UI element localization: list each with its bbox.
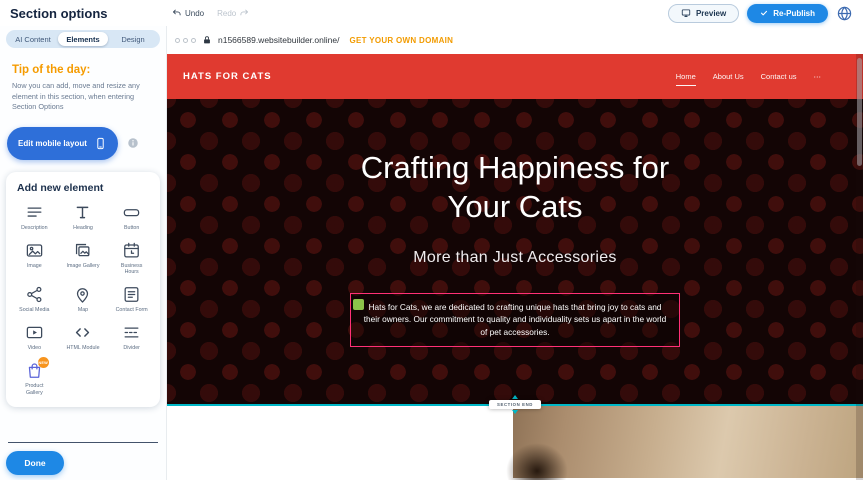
- business-hours-icon: [122, 241, 141, 260]
- headline-line-2: Your Cats: [361, 188, 669, 227]
- new-badge: NEW: [38, 357, 49, 368]
- text-element-handle-icon[interactable]: [353, 299, 364, 310]
- headline-line-1: Crafting Happiness for: [361, 149, 669, 188]
- heading-icon: [73, 203, 92, 222]
- redo-button[interactable]: Redo: [217, 8, 249, 18]
- globe-icon[interactable]: [836, 5, 853, 22]
- element-item-description[interactable]: Description: [11, 203, 58, 232]
- address-bar: n1566589.websitebuilder.online/ GET YOUR…: [167, 26, 863, 54]
- nav-more[interactable]: ⋯: [814, 72, 822, 81]
- tab-ai-content[interactable]: AI Content: [8, 32, 58, 46]
- scrollbar-thumb[interactable]: [857, 58, 862, 166]
- window-dots: [175, 38, 196, 43]
- description-icon: [25, 203, 44, 222]
- section-end-label: SECTION END: [489, 400, 541, 409]
- divider-icon: [122, 323, 141, 342]
- undo-label: Undo: [185, 9, 204, 18]
- info-icon[interactable]: [127, 137, 139, 149]
- social-media-icon: [25, 285, 44, 304]
- nav-contact-us[interactable]: Contact us: [761, 72, 797, 81]
- hero-subtitle[interactable]: More than Just Accessories: [413, 249, 616, 267]
- element-item-image-gallery[interactable]: Image Gallery: [60, 241, 107, 277]
- tab-design[interactable]: Design: [108, 32, 158, 46]
- redo-label: Redo: [217, 9, 236, 18]
- element-item-contact-form[interactable]: Contact Form: [108, 285, 155, 314]
- map-icon: [73, 285, 92, 304]
- sidebar-tabs: AI Content Elements Design: [6, 30, 160, 48]
- video-icon: [25, 323, 44, 342]
- phone-icon: [94, 137, 107, 150]
- tip-body: Now you can add, move and resize any ele…: [12, 81, 154, 113]
- element-item-image[interactable]: Image: [11, 241, 58, 277]
- button-icon: [122, 203, 141, 222]
- element-item-social-media[interactable]: Social Media: [11, 285, 58, 314]
- element-item-html-module[interactable]: HTML Module: [60, 323, 107, 352]
- done-button[interactable]: Done: [6, 451, 64, 475]
- topbar-actions: Preview Re-Publish: [668, 4, 853, 23]
- preview-label: Preview: [696, 9, 726, 18]
- resize-down-arrow-icon: [512, 410, 518, 414]
- edit-mobile-row: Edit mobile layout: [7, 127, 160, 160]
- site-logo[interactable]: HATS FOR CATS: [183, 71, 272, 82]
- topbar: Section options Undo Redo Preview Re-Pub…: [0, 0, 863, 26]
- site-url[interactable]: n1566589.websitebuilder.online/: [218, 35, 339, 45]
- site-nav: Home About Us Contact us ⋯: [676, 72, 847, 81]
- hero-text-element[interactable]: Hats for Cats, we are dedicated to craft…: [350, 293, 680, 348]
- element-item-heading[interactable]: Heading: [60, 203, 107, 232]
- add-element-panel: Add new element Description Heading Butt…: [6, 172, 160, 407]
- html-module-icon: [73, 323, 92, 342]
- republish-label: Re-Publish: [773, 9, 815, 18]
- element-item-video[interactable]: Video: [11, 323, 58, 352]
- next-section[interactable]: [167, 406, 863, 478]
- sidebar-spacer: [6, 407, 160, 442]
- site-canvas: HATS FOR CATS Home About Us Contact us ⋯ Cr…: [167, 54, 863, 480]
- element-item-map[interactable]: Map: [60, 285, 107, 314]
- monitor-icon: [681, 8, 691, 18]
- add-panel-title: Add new element: [17, 182, 155, 194]
- element-item-product-gallery[interactable]: Product Gallery NEW: [11, 361, 58, 397]
- element-item-button[interactable]: Button: [108, 203, 155, 232]
- app: Section options Undo Redo Preview Re-Pub…: [0, 0, 863, 480]
- edit-mobile-label: Edit mobile layout: [18, 139, 87, 148]
- nav-about-us[interactable]: About Us: [713, 72, 744, 81]
- image-icon: [25, 241, 44, 260]
- hero-section[interactable]: Crafting Happiness for Your Cats More th…: [167, 99, 863, 406]
- history-controls: Undo Redo: [172, 8, 249, 18]
- check-icon: [760, 9, 768, 17]
- lock-icon: [202, 35, 212, 45]
- get-domain-link[interactable]: GET YOUR OWN DOMAIN: [349, 36, 453, 45]
- element-grid: Description Heading Button Image Image G…: [11, 203, 155, 397]
- edit-mobile-layout-button[interactable]: Edit mobile layout: [7, 127, 118, 160]
- element-item-business-hours[interactable]: Business Hours: [108, 241, 155, 277]
- site-header[interactable]: HATS FOR CATS Home About Us Contact us ⋯: [167, 54, 863, 99]
- preview-button[interactable]: Preview: [668, 4, 739, 23]
- sidebar-divider: [8, 442, 158, 443]
- undo-icon: [172, 8, 182, 18]
- preview-pane: n1566589.websitebuilder.online/ GET YOUR…: [166, 26, 863, 480]
- element-item-divider[interactable]: Divider: [108, 323, 155, 352]
- page-title: Section options: [10, 6, 108, 21]
- contact-form-icon: [122, 285, 141, 304]
- hero-headline[interactable]: Crafting Happiness for Your Cats: [361, 149, 669, 227]
- undo-button[interactable]: Undo: [172, 8, 204, 18]
- tip-heading: Tip of the day:: [12, 64, 154, 76]
- scrollbar[interactable]: [856, 54, 863, 480]
- republish-button[interactable]: Re-Publish: [747, 4, 828, 23]
- nav-home[interactable]: Home: [676, 72, 696, 81]
- resize-up-arrow-icon: [512, 395, 518, 399]
- image-gallery-icon: [73, 241, 92, 260]
- next-section-image[interactable]: [513, 406, 863, 478]
- redo-icon: [239, 8, 249, 18]
- sidebar: AI Content Elements Design Tip of the da…: [0, 26, 166, 480]
- section-resize-handle[interactable]: SECTION END: [489, 395, 541, 414]
- tab-elements[interactable]: Elements: [58, 32, 108, 46]
- hero-body-text: Hats for Cats, we are dedicated to craft…: [362, 301, 668, 340]
